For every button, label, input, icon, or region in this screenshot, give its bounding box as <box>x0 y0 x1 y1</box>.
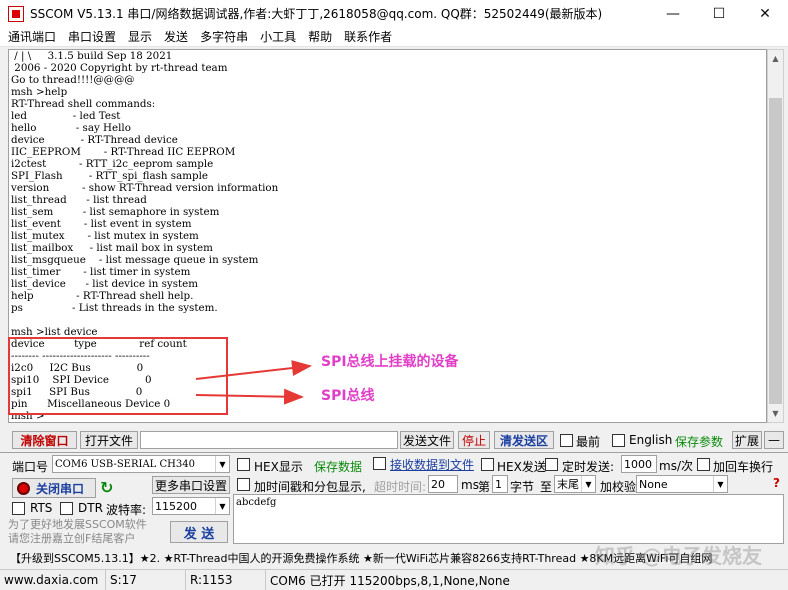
end-select[interactable]: 末尾 ▼ <box>554 475 596 493</box>
add-crlf-label: 加回车换行 <box>713 460 774 474</box>
hex-send-checkbox[interactable] <box>481 458 494 471</box>
always-on-top-checkbox[interactable] <box>560 434 573 447</box>
send-button[interactable]: 发 送 <box>170 521 228 543</box>
timed-send-label: 定时发送: <box>562 460 615 474</box>
recv-to-file-label[interactable]: 接收数据到文件 <box>390 456 474 473</box>
timeout-label: 超时时间: <box>374 480 427 494</box>
port-select[interactable]: COM6 USB-SERIAL CH340 ▼ <box>52 455 230 473</box>
close-port-label: 关闭串口 <box>36 481 85 496</box>
arrow-1 <box>195 360 312 380</box>
expand-button[interactable]: 扩展 <box>732 431 762 449</box>
open-file-button[interactable]: 打开文件 <box>80 431 138 449</box>
checksum-select[interactable]: None ▼ <box>636 475 728 493</box>
port-value: COM6 USB-SERIAL CH340 <box>55 458 195 470</box>
interval-unit: ms/次 <box>659 459 693 473</box>
promo-text[interactable]: 为了更好地发展SSCOM软件 请您注册嘉立创F结尾客户 <box>8 518 147 546</box>
status-received: R:1153 <box>186 570 266 590</box>
hex-display-checkbox[interactable] <box>237 458 250 471</box>
rts-label: RTS <box>30 501 53 515</box>
annotation-label-bus: SPI总线 <box>321 388 375 404</box>
annotation-label-devices: SPI总线上挂载的设备 <box>321 354 459 370</box>
baud-value: 115200 <box>155 499 197 513</box>
send-input[interactable]: abcdefg <box>233 494 784 544</box>
dtr-label: DTR <box>78 501 103 515</box>
chevron-down-icon[interactable]: ▼ <box>215 456 229 472</box>
english-label: English <box>629 433 673 447</box>
port-status-icon <box>17 481 30 495</box>
hex-send-label: HEX发送 <box>497 460 546 474</box>
collapse-button[interactable]: — <box>764 431 784 449</box>
timestamp-checkbox[interactable] <box>237 478 250 491</box>
byte-label: 第 <box>478 480 491 494</box>
watermark: 知乎 @电子发烧友 <box>595 544 762 568</box>
clear-window-button[interactable]: 清除窗口 <box>12 431 77 449</box>
close-port-button[interactable]: 关闭串口 <box>12 478 96 498</box>
to-label: 至 <box>540 480 553 494</box>
hex-display-label: HEX显示 <box>254 460 303 474</box>
interval-input[interactable]: 1000 <box>621 455 657 473</box>
always-on-top-label: 最前 <box>576 435 601 449</box>
help-icon[interactable]: ? <box>773 476 785 490</box>
timestamp-label: 加时间戳和分包显示, <box>254 480 366 494</box>
recv-to-file-checkbox[interactable] <box>373 457 386 470</box>
clear-send-button[interactable]: 清发送区 <box>494 431 554 449</box>
status-bar: www.daxia.com S:17 R:1153 COM6 已打开 11520… <box>0 569 788 590</box>
rts-checkbox[interactable] <box>12 502 25 515</box>
baud-select[interactable]: 115200 ▼ <box>152 497 230 515</box>
file-path-input[interactable] <box>140 431 398 449</box>
baud-label: 波特率: <box>106 503 147 517</box>
send-file-button[interactable]: 发送文件 <box>400 431 454 449</box>
divider <box>0 452 788 453</box>
save-data-button[interactable]: 保存数据 <box>314 458 362 475</box>
timed-send-checkbox[interactable] <box>545 458 558 471</box>
dtr-checkbox[interactable] <box>60 502 73 515</box>
chevron-down-icon[interactable]: ▼ <box>713 476 727 492</box>
add-crlf-checkbox[interactable] <box>697 458 710 471</box>
port-label: 端口号 <box>12 460 49 474</box>
status-sent: S:17 <box>106 570 186 590</box>
status-site[interactable]: www.daxia.com <box>0 570 106 590</box>
byte-input[interactable]: 1 <box>492 475 508 493</box>
save-params-button[interactable]: 保存参数 <box>675 433 723 450</box>
english-checkbox[interactable] <box>612 434 625 447</box>
chevron-down-icon[interactable]: ▼ <box>581 476 595 492</box>
timeout-unit: ms <box>461 478 479 492</box>
arrow-2 <box>195 388 304 405</box>
timeout-input[interactable]: 20 <box>428 475 458 493</box>
refresh-icon[interactable]: ↻ <box>100 478 113 497</box>
chevron-down-icon[interactable]: ▼ <box>215 498 229 514</box>
end-value: 末尾 <box>557 478 579 491</box>
byte-unit: 字节 <box>510 480 535 494</box>
checksum-label: 加校验 <box>600 480 637 494</box>
status-port-info: COM6 已打开 115200bps,8,1,None,None <box>270 573 510 588</box>
stop-button[interactable]: 停止 <box>458 431 490 449</box>
checksum-value: None <box>639 477 668 491</box>
more-settings-button[interactable]: 更多串口设置 <box>152 476 230 494</box>
